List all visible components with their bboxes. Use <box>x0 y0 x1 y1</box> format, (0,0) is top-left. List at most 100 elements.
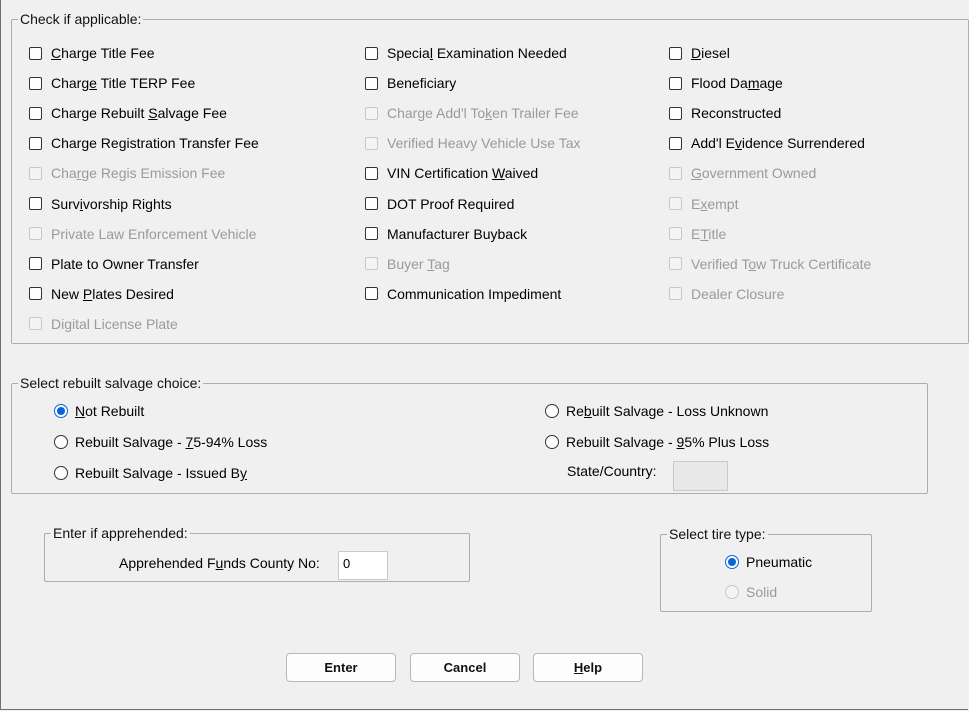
option-label: Digital License Plate <box>51 315 178 332</box>
checkbox-etitle: ETitle <box>669 224 726 244</box>
salvage-radio-rebuilt-salvage-issued-by[interactable]: Rebuilt Salvage - Issued By <box>54 463 247 483</box>
option-label: Flood Damage <box>691 75 783 92</box>
help-button[interactable]: Help <box>533 653 643 682</box>
checkbox-box <box>29 227 42 241</box>
salvage-legend: Select rebuilt salvage choice: <box>18 375 204 392</box>
option-label: Pneumatic <box>746 554 813 570</box>
checkbox-box[interactable] <box>365 76 378 90</box>
checkbox-buyer-tag: Buyer Tag <box>365 254 450 274</box>
salvage-radio-not-rebuilt[interactable]: Not Rebuilt <box>54 401 144 421</box>
checkbox-survivorship-rights[interactable]: Survivorship Rights <box>29 194 172 214</box>
checkbox-charge-regis-emission-fee: Charge Regis Emission Fee <box>29 163 225 183</box>
checkbox-box <box>365 257 378 271</box>
salvage-radio-rebuilt-salvage-loss-unknown[interactable]: Rebuilt Salvage - Loss Unknown <box>545 401 768 421</box>
checkbox-manufacturer-buyback[interactable]: Manufacturer Buyback <box>365 224 527 244</box>
checkbox-box[interactable] <box>29 106 42 120</box>
option-label: Rebuilt Salvage - Loss Unknown <box>566 403 769 419</box>
checkbox-charge-rebuilt-salvage-fee[interactable]: Charge Rebuilt Salvage Fee <box>29 103 227 123</box>
option-label: Rebuilt Salvage - Issued By <box>75 465 247 481</box>
option-label: Buyer Tag <box>387 255 450 272</box>
apprehended-funds-input[interactable]: 0 <box>338 551 388 580</box>
apprehended-funds-label: Apprehended Funds County No: <box>119 555 320 571</box>
checkbox-box[interactable] <box>669 136 682 150</box>
checkbox-box[interactable] <box>365 166 378 180</box>
checkbox-communication-impediment[interactable]: Communication Impediment <box>365 284 561 304</box>
checkbox-reconstructed[interactable]: Reconstructed <box>669 103 781 123</box>
dialog-window: Check if applicable: Charge Title Fee Cha… <box>0 0 969 710</box>
apprehended-legend: Enter if apprehended: <box>51 525 190 542</box>
salvage-radio-rebuilt-salvage-95-plus-loss[interactable]: Rebuilt Salvage - 95% Plus Loss <box>545 432 769 452</box>
radio-button[interactable] <box>54 404 68 418</box>
checkbox-dealer-closure: Dealer Closure <box>669 284 784 304</box>
option-label: Charge Rebuilt Salvage Fee <box>51 105 227 122</box>
option-label: Diesel <box>691 45 730 61</box>
checkbox-box <box>365 136 378 150</box>
checkbox-box <box>669 197 682 210</box>
checkbox-diesel[interactable]: Diesel <box>669 43 730 63</box>
option-label: Charge Regis Emission Fee <box>51 165 226 182</box>
checkbox-box <box>29 166 42 180</box>
checkbox-add-l-evidence-surrendered[interactable]: Add'l Evidence Surrendered <box>669 133 865 153</box>
option-label: New Plates Desired <box>51 285 174 302</box>
checkbox-box <box>29 317 42 331</box>
checkbox-box[interactable] <box>29 76 42 90</box>
checkbox-box[interactable] <box>365 227 378 241</box>
radio-button[interactable] <box>545 404 559 418</box>
checkbox-flood-damage[interactable]: Flood Damage <box>669 73 783 93</box>
option-label: Communication Impediment <box>387 285 562 302</box>
option-label: Beneficiary <box>387 75 457 92</box>
checkbox-box[interactable] <box>365 46 378 60</box>
radio-button[interactable] <box>545 435 559 449</box>
radio-button[interactable] <box>725 555 739 569</box>
option-label: Add'l Evidence Surrendered <box>691 135 865 152</box>
option-label: Rebuilt Salvage - 95% Plus Loss <box>566 434 770 450</box>
checkbox-box[interactable] <box>29 257 42 271</box>
checkbox-box <box>669 166 682 180</box>
checkbox-beneficiary[interactable]: Beneficiary <box>365 73 456 93</box>
state-country-label: State/Country: <box>567 463 657 479</box>
enter-button[interactable]: Enter <box>286 653 396 682</box>
checkbox-box[interactable] <box>29 46 42 60</box>
checkbox-verified-tow-truck-certificate: Verified Tow Truck Certificate <box>669 254 871 274</box>
checkbox-box[interactable] <box>29 197 42 210</box>
applicable-legend: Check if applicable: <box>18 11 144 28</box>
option-label: Not Rebuilt <box>75 403 145 419</box>
option-label: Special Examination Needed <box>387 45 567 61</box>
checkbox-box[interactable] <box>365 287 378 301</box>
option-label: DOT Proof Required <box>387 195 515 212</box>
checkbox-new-plates-desired[interactable]: New Plates Desired <box>29 284 174 304</box>
state-country-field[interactable] <box>673 461 728 491</box>
checkbox-digital-license-plate: Digital License Plate <box>29 314 178 334</box>
radio-button[interactable] <box>54 466 68 480</box>
checkbox-dot-proof-required[interactable]: DOT Proof Required <box>365 194 514 214</box>
cancel-button[interactable]: Cancel <box>410 653 520 682</box>
checkbox-box[interactable] <box>669 46 682 60</box>
checkbox-box[interactable] <box>669 76 682 90</box>
checkbox-box[interactable] <box>669 106 682 120</box>
checkbox-verified-heavy-vehicle-use-tax: Verified Heavy Vehicle Use Tax <box>365 133 581 153</box>
checkbox-plate-to-owner-transfer[interactable]: Plate to Owner Transfer <box>29 254 199 274</box>
checkbox-charge-title-fee[interactable]: Charge Title Fee <box>29 43 155 63</box>
option-label: Dealer Closure <box>691 285 785 302</box>
tire-legend: Select tire type: <box>667 526 768 543</box>
checkbox-vin-certification-waived[interactable]: VIN Certification Waived <box>365 163 538 183</box>
checkbox-special-examination-needed[interactable]: Special Examination Needed <box>365 43 567 63</box>
option-label: VIN Certification Waived <box>387 165 539 182</box>
checkbox-exempt: Exempt <box>669 194 738 214</box>
option-label: Private Law Enforcement Vehicle <box>51 225 257 242</box>
radio-button[interactable] <box>54 435 68 449</box>
option-label: Government Owned <box>691 165 817 182</box>
checkbox-charge-title-terp-fee[interactable]: Charge Title TERP Fee <box>29 73 195 93</box>
option-label: Exempt <box>691 195 739 212</box>
salvage-radio-rebuilt-salvage-75-94-loss[interactable]: Rebuilt Salvage - 75-94% Loss <box>54 432 267 452</box>
checkbox-box <box>669 257 682 271</box>
option-label: Charge Title Fee <box>51 45 155 61</box>
tire-radio-solid: Solid <box>725 582 777 602</box>
checkbox-charge-registration-transfer-fee[interactable]: Charge Registration Transfer Fee <box>29 133 259 153</box>
checkbox-box[interactable] <box>365 197 378 210</box>
tire-radio-pneumatic[interactable]: Pneumatic <box>725 552 812 572</box>
checkbox-box[interactable] <box>29 287 42 301</box>
checkbox-charge-add-l-token-trailer-fee: Charge Add'l Token Trailer Fee <box>365 103 579 123</box>
checkbox-box[interactable] <box>29 136 42 150</box>
checkbox-private-law-enforcement-vehicle: Private Law Enforcement Vehicle <box>29 224 256 244</box>
